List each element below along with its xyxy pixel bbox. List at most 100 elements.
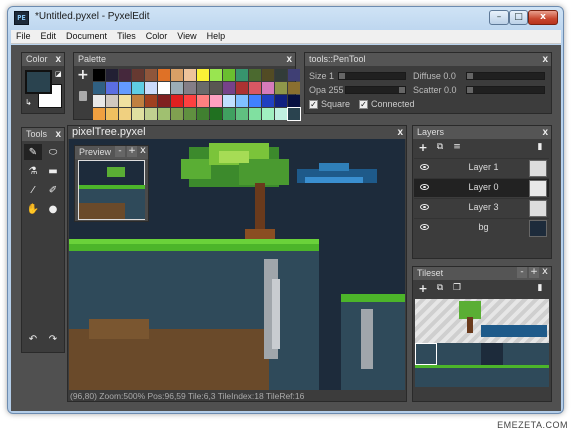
palette-swatch[interactable]: [106, 82, 118, 94]
palette-swatch[interactable]: [119, 69, 131, 81]
close-button[interactable]: x: [528, 10, 558, 25]
palette-swatch[interactable]: [106, 108, 118, 120]
layer-row[interactable]: Layer 3: [414, 198, 549, 217]
palette-swatch[interactable]: [223, 82, 235, 94]
palette-swatch[interactable]: [184, 108, 196, 120]
layer-row-selected[interactable]: Layer 0: [414, 178, 549, 197]
palette-swatch[interactable]: [210, 82, 222, 94]
square-checkbox[interactable]: ✓: [309, 100, 318, 109]
palette-swatch[interactable]: [93, 108, 105, 120]
palette-swatch[interactable]: [106, 95, 118, 107]
palette-swatch[interactable]: [197, 95, 209, 107]
palette-swatch[interactable]: [145, 69, 157, 81]
palette-swatch[interactable]: [184, 82, 196, 94]
eye-icon[interactable]: [420, 164, 429, 170]
palette-swatch[interactable]: [288, 69, 300, 81]
palette-swatch[interactable]: [132, 95, 144, 107]
palette-swatch[interactable]: [223, 108, 235, 120]
close-icon[interactable]: x: [540, 267, 550, 278]
palette-swatch[interactable]: [249, 108, 261, 120]
palette-swatch[interactable]: [158, 82, 170, 94]
eraser-tool-icon[interactable]: ⬭: [44, 144, 62, 160]
palette-swatch[interactable]: [223, 69, 235, 81]
eye-icon[interactable]: [420, 184, 429, 190]
primary-color-front[interactable]: [25, 70, 52, 94]
tileset-zoom-in-button[interactable]: +: [529, 267, 539, 278]
preview-zoom-out-button[interactable]: -: [115, 146, 125, 157]
palette-swatch[interactable]: [145, 82, 157, 94]
circle-tool-icon[interactable]: ●: [44, 201, 62, 217]
palette-swatch[interactable]: [158, 95, 170, 107]
close-icon[interactable]: x: [542, 53, 548, 66]
palette-swatch[interactable]: [288, 95, 300, 107]
preview-thumbnail[interactable]: [78, 160, 145, 220]
palette-swatch[interactable]: [132, 69, 144, 81]
palette-swatch[interactable]: [236, 69, 248, 81]
connected-checkbox[interactable]: ✓: [359, 100, 368, 109]
tileset-zoom-out-button[interactable]: -: [517, 267, 527, 278]
pen-tool-icon[interactable]: ✎: [24, 144, 42, 160]
minimize-button[interactable]: –: [489, 10, 509, 25]
eye-icon[interactable]: [420, 204, 429, 210]
palette-swatch[interactable]: [158, 108, 170, 120]
palette-swatch[interactable]: [197, 108, 209, 120]
palette-swatch[interactable]: [236, 108, 248, 120]
close-icon[interactable]: x: [55, 53, 61, 66]
close-icon[interactable]: x: [397, 126, 403, 139]
brush-tool-icon[interactable]: ✐: [44, 182, 62, 198]
palette-swatch[interactable]: [197, 82, 209, 94]
palette-swatch[interactable]: [145, 108, 157, 120]
maximize-button[interactable]: □: [509, 10, 528, 25]
palette-swatch[interactable]: [184, 95, 196, 107]
palette-swatch[interactable]: [132, 108, 144, 120]
size-slider[interactable]: [338, 72, 406, 80]
trash-icon[interactable]: [79, 91, 87, 101]
delete-tile-icon[interactable]: ▮: [533, 282, 547, 296]
title-bar[interactable]: PE *Untitled.pyxel - PyxelEdit – □ x: [8, 7, 563, 29]
palette-swatch[interactable]: [236, 82, 248, 94]
close-icon[interactable]: x: [286, 53, 292, 66]
size-slider-thumb[interactable]: [339, 73, 345, 79]
menu-document[interactable]: Document: [61, 30, 112, 43]
palette-swatch[interactable]: [275, 82, 287, 94]
palette-swatch[interactable]: [171, 95, 183, 107]
palette-swatch[interactable]: [249, 82, 261, 94]
swap-colors-icon[interactable]: ↳: [25, 98, 32, 107]
close-icon[interactable]: x: [542, 126, 548, 139]
palette-swatch[interactable]: [93, 69, 105, 81]
opacity-slider[interactable]: [345, 86, 406, 94]
duplicate-layer-icon[interactable]: ⧉: [433, 141, 447, 155]
preview-zoom-in-button[interactable]: +: [127, 146, 137, 157]
palette-swatch[interactable]: [210, 69, 222, 81]
diffuse-slider-thumb[interactable]: [467, 73, 473, 79]
palette-swatch[interactable]: [275, 95, 287, 107]
eyedropper-tool-icon[interactable]: ⁄: [24, 182, 42, 198]
palette-swatch[interactable]: [275, 69, 287, 81]
redo-icon[interactable]: ↷: [44, 331, 62, 347]
scatter-slider-thumb[interactable]: [467, 87, 473, 93]
palette-swatch[interactable]: [197, 69, 209, 81]
merge-layer-icon[interactable]: ≡: [450, 141, 464, 155]
tileset-grid[interactable]: [415, 299, 549, 387]
palette-swatch[interactable]: [171, 108, 183, 120]
menu-edit[interactable]: Edit: [36, 30, 62, 43]
eye-icon[interactable]: [420, 224, 429, 230]
palette-swatch[interactable]: [249, 95, 261, 107]
layer-row[interactable]: bg: [414, 218, 549, 237]
palette-swatch[interactable]: [184, 69, 196, 81]
palette-swatch[interactable]: [262, 95, 274, 107]
menu-color[interactable]: Color: [141, 30, 173, 43]
palette-swatch[interactable]: [249, 69, 261, 81]
menu-help[interactable]: Help: [202, 30, 231, 43]
diffuse-slider[interactable]: [466, 72, 545, 80]
add-color-button[interactable]: +: [77, 68, 89, 82]
palette-swatch[interactable]: [262, 69, 274, 81]
add-tile-icon[interactable]: +: [416, 282, 430, 296]
palette-swatch[interactable]: [262, 82, 274, 94]
palette-swatch[interactable]: [145, 95, 157, 107]
palette-swatch[interactable]: [93, 82, 105, 94]
palette-swatch[interactable]: [119, 108, 131, 120]
close-icon[interactable]: x: [138, 146, 148, 157]
palette-swatch[interactable]: [171, 69, 183, 81]
close-icon[interactable]: x: [55, 128, 61, 141]
